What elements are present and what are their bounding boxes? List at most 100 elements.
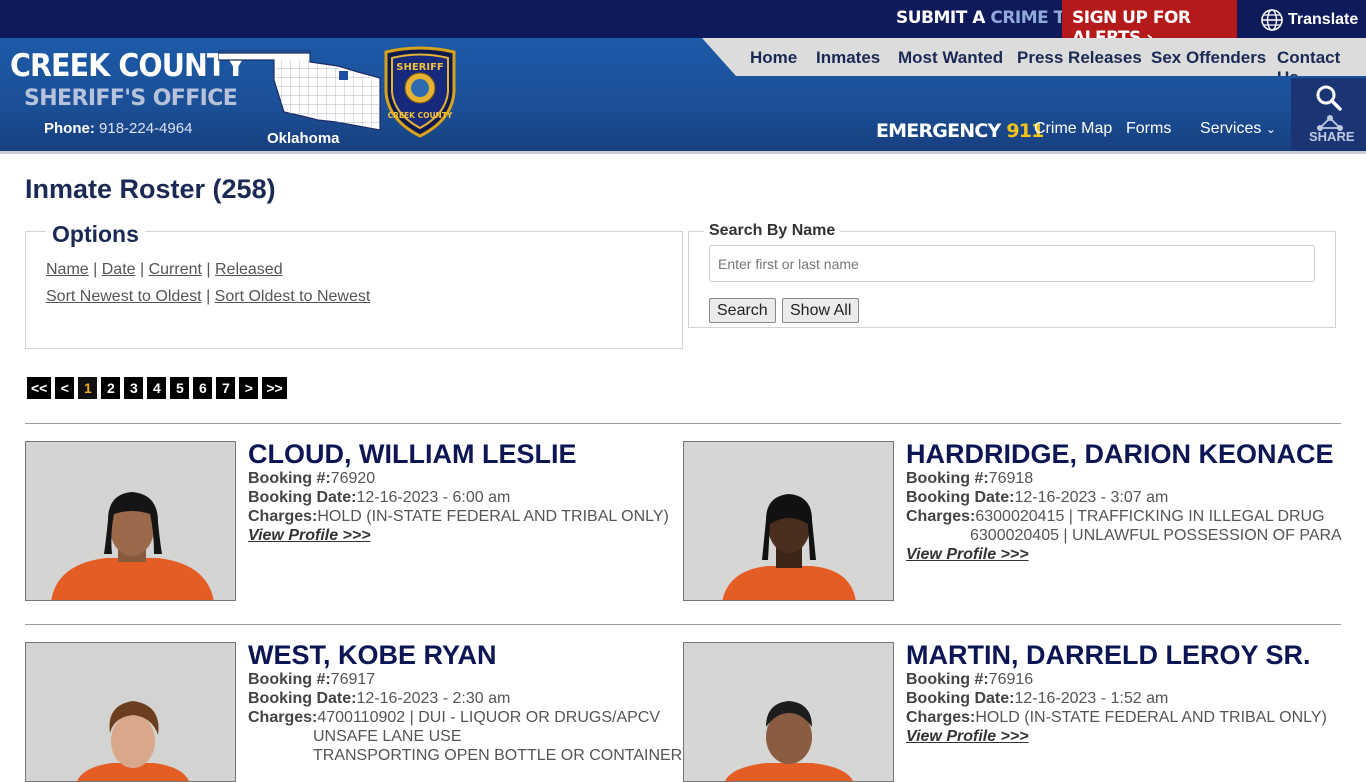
oklahoma-map-icon	[218, 50, 381, 131]
pager-page-1[interactable]: 1	[78, 377, 98, 399]
search-input[interactable]	[709, 245, 1315, 282]
mugshot-photo[interactable]	[683, 441, 894, 601]
booking-number: Booking #:76917	[248, 671, 375, 689]
map-label: Oklahoma	[267, 130, 340, 147]
booking-number-value: 76917	[330, 671, 376, 688]
pager-prev[interactable]: <	[55, 377, 75, 399]
filter-current-link[interactable]: Current	[149, 261, 202, 278]
mugshot-image	[684, 643, 893, 781]
top-utility-bar: SUBMIT A CRIME TIP › SIGN UP FOR ALERTS …	[0, 0, 1366, 48]
badge-bottom-text: CREEK COUNTY	[388, 111, 453, 120]
mugshot-photo[interactable]	[683, 642, 894, 782]
sort-links: Sort Newest to Oldest | Sort Oldest to N…	[46, 288, 371, 305]
sort-oldest-link[interactable]: Sort Oldest to Newest	[215, 288, 371, 305]
charge-line: TRANSPORTING OPEN BOTTLE OR CONTAINER -	[313, 747, 692, 764]
charge-line: 4700110902 | DUI - LIQUOR OR DRUGS/APCV	[317, 709, 661, 726]
pager-page-4[interactable]: 4	[147, 377, 167, 399]
booking-number-label: Booking #:	[906, 671, 989, 688]
pager-page-7[interactable]: 7	[216, 377, 236, 399]
inmate-name[interactable]: CLOUD, WILLIAM LESLIE	[248, 439, 576, 470]
filter-links: Name | Date | Current | Released	[46, 261, 283, 278]
pager-page-6[interactable]: 6	[193, 377, 213, 399]
mugshot-image	[684, 442, 893, 600]
main-nav: Home Inmates Most Wanted Press Releases …	[702, 38, 1366, 76]
booking-date: Booking Date:12-16-2023 - 3:07 am	[906, 489, 1168, 507]
booking-date-value: 12-16-2023 - 3:07 am	[1014, 489, 1169, 506]
subnav-forms[interactable]: Forms	[1126, 120, 1171, 138]
pagination: << < 1 2 3 4 5 6 7 > >>	[27, 377, 287, 399]
booking-number-label: Booking #:	[248, 470, 331, 487]
charge-line: 6300020405 | UNLAWFUL POSSESSION OF PARA	[970, 527, 1342, 544]
row-divider	[25, 624, 1341, 625]
brand-title[interactable]: CREEK COUNTY	[10, 48, 246, 84]
charges: Charges:HOLD (IN-STATE FEDERAL AND TRIBA…	[906, 709, 1327, 727]
booking-date-value: 12-16-2023 - 6:00 am	[356, 489, 511, 506]
pager-page-3[interactable]: 3	[124, 377, 144, 399]
booking-date: Booking Date:12-16-2023 - 6:00 am	[248, 489, 510, 507]
view-profile-link[interactable]: View Profile >>>	[248, 527, 371, 545]
badge-top-text: SHERIFF	[396, 62, 444, 73]
phone-number[interactable]: 918-224-4964	[99, 120, 192, 137]
filter-released-link[interactable]: Released	[215, 261, 283, 278]
sign-up-alerts-button[interactable]: SIGN UP FOR ALERTS ›	[1062, 0, 1237, 48]
filter-name-link[interactable]: Name	[46, 261, 89, 278]
subnav-crime-map[interactable]: Crime Map	[1034, 120, 1112, 138]
view-profile-link[interactable]: View Profile >>>	[906, 546, 1029, 564]
booking-date: Booking Date:12-16-2023 - 2:30 am	[248, 690, 510, 708]
services-label: Services	[1200, 120, 1262, 137]
subnav-services[interactable]: Services ⌄	[1200, 120, 1276, 138]
nav-press-releases[interactable]: Press Releases	[1017, 48, 1142, 68]
sheriff-badge-logo: SHERIFF CREEK COUNTY	[384, 46, 456, 138]
pager-next[interactable]: >	[239, 377, 259, 399]
nav-most-wanted[interactable]: Most Wanted	[898, 48, 1003, 68]
brand-subtitle: SHERIFF'S OFFICE	[24, 86, 238, 111]
charges-label: Charges:	[248, 508, 318, 525]
booking-date-value: 12-16-2023 - 2:30 am	[356, 690, 511, 707]
charge-line: HOLD (IN-STATE FEDERAL AND TRIBAL ONLY)	[975, 709, 1327, 726]
view-profile-link[interactable]: View Profile >>>	[906, 728, 1029, 746]
mugshot-photo[interactable]	[25, 642, 236, 782]
search-legend: Search By Name	[704, 222, 841, 240]
booking-number-label: Booking #:	[906, 470, 989, 487]
sort-newest-link[interactable]: Sort Newest to Oldest	[46, 288, 202, 305]
filter-date-link[interactable]: Date	[102, 261, 136, 278]
nav-sex-offenders[interactable]: Sex Offenders	[1151, 48, 1266, 68]
booking-date-label: Booking Date:	[248, 690, 357, 707]
booking-number: Booking #:76918	[906, 470, 1033, 488]
booking-date-value: 12-16-2023 - 1:52 am	[1014, 690, 1169, 707]
mugshot-photo[interactable]	[25, 441, 236, 601]
inmate-name[interactable]: MARTIN, DARRELD LEROY SR.	[906, 640, 1311, 671]
crime-tip-prefix: SUBMIT A	[896, 8, 985, 28]
pager-last[interactable]: >>	[262, 377, 287, 399]
translate-label: Translate	[1288, 11, 1359, 28]
phone-line: Phone: 918-224-4964	[44, 120, 192, 137]
nav-inmates[interactable]: Inmates	[816, 48, 880, 68]
options-legend: Options	[46, 221, 145, 248]
pager-first[interactable]: <<	[27, 377, 52, 399]
header-divider	[0, 151, 1366, 154]
site-header: CREEK COUNTY SHERIFF'S OFFICE Phone: 918…	[0, 38, 1366, 152]
charges-label: Charges:	[906, 508, 976, 525]
search-button[interactable]: Search	[709, 298, 776, 323]
charges-label: Charges:	[248, 709, 318, 726]
booking-number: Booking #:76916	[906, 671, 1033, 689]
pager-page-5[interactable]: 5	[170, 377, 190, 399]
show-all-button[interactable]: Show All	[782, 298, 860, 323]
booking-date-label: Booking Date:	[248, 489, 357, 506]
charges-label: Charges:	[906, 709, 976, 726]
inmate-name[interactable]: HARDRIDGE, DARION KEONACE	[906, 439, 1334, 470]
nav-home[interactable]: Home	[750, 48, 797, 68]
search-icon[interactable]	[1315, 84, 1343, 112]
share-label[interactable]: SHARE	[1309, 129, 1355, 144]
charges: Charges:HOLD (IN-STATE FEDERAL AND TRIBA…	[248, 508, 669, 526]
booking-date: Booking Date:12-16-2023 - 1:52 am	[906, 690, 1168, 708]
charges: Charges:6300020415 | TRAFFICKING IN ILLE…	[906, 508, 1325, 526]
pager-page-2[interactable]: 2	[101, 377, 121, 399]
booking-date-label: Booking Date:	[906, 690, 1015, 707]
emergency-line: EMERGENCY 911	[876, 120, 1044, 142]
booking-number-label: Booking #:	[248, 671, 331, 688]
booking-number-value: 76918	[988, 470, 1034, 487]
row-divider	[25, 423, 1341, 424]
inmate-name[interactable]: WEST, KOBE RYAN	[248, 640, 497, 671]
translate-button[interactable]: Translate	[1260, 8, 1358, 32]
